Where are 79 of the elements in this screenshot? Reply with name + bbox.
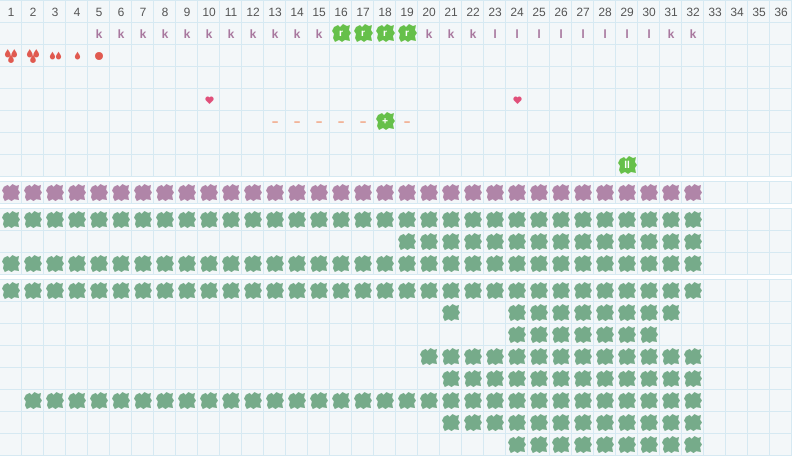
stitch-letter: l	[493, 26, 497, 40]
stitch-letter: k	[228, 26, 234, 40]
column-number: 24	[510, 4, 524, 18]
column-number: 22	[466, 4, 480, 18]
stitch-letter: k	[162, 26, 168, 40]
marker-tile: r	[374, 23, 396, 44]
stitch-letter: l	[537, 26, 541, 40]
column-number: 19	[400, 4, 414, 18]
column-number: 36	[774, 4, 788, 18]
marker-tile: +	[374, 111, 396, 132]
column-number: 25	[532, 4, 546, 18]
column-number: 35	[752, 4, 766, 18]
dash-mark: –	[338, 116, 344, 128]
column-number: 30	[642, 4, 656, 18]
column-number: 21	[444, 4, 458, 18]
dot-icon	[95, 52, 103, 60]
column-number: 12	[246, 4, 260, 18]
column-number: 4	[74, 4, 80, 18]
heart-icon	[512, 96, 522, 104]
marker-tile: r	[330, 23, 352, 44]
column-number: 32	[686, 4, 700, 18]
column-number: 31	[664, 4, 678, 18]
column-number: 33	[708, 4, 722, 18]
stitch-letter: k	[470, 26, 476, 40]
column-number: 8	[162, 4, 168, 18]
marker-tile: r	[396, 23, 418, 44]
stitch-letter: k	[426, 26, 432, 40]
column-number: 34	[730, 4, 744, 18]
column-number: 26	[554, 4, 568, 18]
marker-tile: ll	[616, 155, 638, 176]
drops-icon	[48, 51, 62, 60]
column-number: 3	[52, 4, 58, 18]
column-number: 18	[378, 4, 392, 18]
marker-tile: r	[352, 23, 374, 44]
drops-icon	[26, 48, 40, 62]
column-number: 9	[184, 4, 190, 18]
stitch-letter: l	[581, 26, 585, 40]
column-number: 2	[30, 4, 36, 18]
column-number: 16	[334, 4, 348, 18]
column-number: 27	[576, 4, 590, 18]
stitch-letter: k	[96, 26, 102, 40]
column-number: 10	[202, 4, 216, 18]
column-number: 29	[620, 4, 634, 18]
stitch-letter: k	[690, 26, 696, 40]
stitch-letter: k	[206, 26, 212, 40]
stitch-letter: l	[647, 26, 651, 40]
stitch-letter: l	[559, 26, 563, 40]
stitch-letter: k	[668, 26, 674, 40]
column-number: 5	[96, 4, 102, 18]
dash-mark: –	[316, 116, 322, 128]
column-number: 14	[290, 4, 304, 18]
drops-icon	[4, 48, 18, 62]
column-number: 15	[312, 4, 326, 18]
stitch-letter: k	[294, 26, 300, 40]
stitch-letter: k	[316, 26, 322, 40]
stitch-letter: l	[603, 26, 607, 40]
stitch-letter: k	[272, 26, 278, 40]
heart-icon	[204, 96, 214, 104]
column-number: 23	[488, 4, 502, 18]
dash-mark: –	[294, 116, 300, 128]
column-number: 11	[224, 4, 238, 18]
dash-mark: –	[360, 116, 366, 128]
stitch-letter: l	[515, 26, 519, 40]
stitch-letter: k	[184, 26, 190, 40]
column-number: 7	[140, 4, 146, 18]
column-number: 1	[8, 4, 14, 18]
column-number: 28	[598, 4, 612, 18]
stitch-letter: l	[625, 26, 629, 40]
dash-mark: –	[404, 116, 410, 128]
stitch-letter: k	[448, 26, 454, 40]
stitch-letter: k	[140, 26, 146, 40]
stitch-letter: k	[250, 26, 256, 40]
dash-mark: –	[272, 116, 278, 128]
column-number: 20	[422, 4, 436, 18]
stitch-letter: k	[118, 26, 124, 40]
column-number: 13	[268, 4, 282, 18]
drop-icon	[74, 51, 80, 60]
column-number: 17	[356, 4, 370, 18]
column-number: 6	[118, 4, 124, 18]
